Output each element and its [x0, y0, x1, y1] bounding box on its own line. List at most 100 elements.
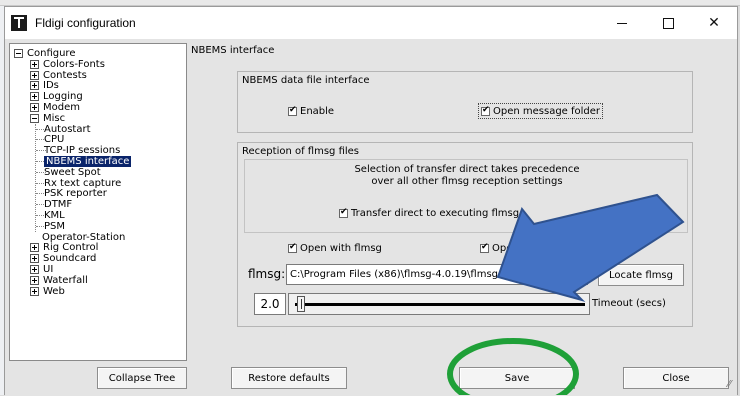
flmsg-path-label: flmsg:: [248, 267, 286, 281]
flmsg-path-input[interactable]: C:\Program Files (x86)\flmsg-4.0.19\flms…: [286, 264, 588, 285]
expand-plus-icon[interactable]: [30, 243, 39, 253]
tree-item-label: Misc: [43, 112, 66, 124]
tree-item-label: Colors-Fonts: [43, 58, 105, 70]
tree-item[interactable]: Soundcard: [10, 253, 186, 264]
tree-item-label: DTMF: [44, 199, 73, 211]
tree-item-label: Modem: [43, 102, 80, 113]
tree-item-label: Soundcard: [43, 253, 97, 265]
window-title: Fldigi configuration: [35, 16, 136, 30]
open-with-flmsg-checkbox-box[interactable]: [288, 242, 297, 253]
transfer-direct-label: Transfer direct to executing flmsg: [351, 207, 520, 219]
timeout-slider[interactable]: [288, 293, 590, 315]
tree-item-label: Waterfall: [43, 274, 88, 286]
tree-item-label: PSM: [44, 220, 66, 232]
tree-item-label: Operator-Station: [42, 231, 126, 243]
tree-item[interactable]: NBEMS interface: [10, 156, 186, 167]
close-button[interactable]: Close: [623, 367, 729, 389]
precedence-note-line2: over all other flmsg reception settings: [371, 176, 563, 187]
open-folder-checkbox[interactable]: Open message folder: [478, 103, 604, 119]
reception-group-title: Reception of flmsg files: [242, 146, 360, 157]
expand-plus-icon[interactable]: [30, 265, 39, 274]
config-tree[interactable]: Configure Colors-Fonts Contests IDs Logging M…: [9, 43, 187, 361]
locate-flmsg-button[interactable]: Locate flmsg: [598, 264, 684, 286]
timeout-slider-track: [295, 303, 585, 306]
tree-item[interactable]: Operator-Station: [10, 232, 186, 243]
tree-item-label: IDs: [43, 80, 59, 92]
minimize-button[interactable]: [599, 7, 645, 39]
enable-label: Enable: [300, 105, 335, 117]
tree-item[interactable]: Web: [10, 286, 186, 297]
timeout-slider-thumb[interactable]: [297, 296, 305, 312]
expand-plus-icon[interactable]: [30, 103, 39, 112]
tree-item-label: NBEMS interface: [44, 156, 132, 167]
tree-vertical-connector: [35, 123, 36, 232]
open-with-flmsg-label: Open with flmsg: [300, 242, 382, 254]
tree-item[interactable]: Contests: [10, 70, 186, 81]
collapse-minus-icon[interactable]: [14, 49, 23, 58]
maximize-button[interactable]: [645, 7, 691, 39]
tree-item[interactable]: Rx text capture: [10, 178, 186, 189]
enable-checkbox[interactable]: Enable: [288, 104, 334, 118]
fldigi-app-icon: [11, 15, 27, 31]
precedence-note-line1: Selection of transfer direct takes prece…: [354, 164, 580, 175]
tree-item-label: KML: [44, 210, 65, 221]
transfer-direct-checkbox[interactable]: Transfer direct to executing flmsg: [339, 206, 519, 220]
transfer-direct-checkbox-box[interactable]: [339, 207, 348, 218]
tree-item[interactable]: Waterfall: [10, 275, 186, 286]
title-bar[interactable]: Fldigi configuration ✕: [5, 7, 737, 39]
tree-item[interactable]: Modem: [10, 102, 186, 113]
expand-plus-icon[interactable]: [30, 92, 39, 102]
data-file-group-title: NBEMS data file interface: [242, 75, 370, 86]
client-area: Configure Colors-Fonts Contests IDs Logging M…: [5, 39, 737, 396]
save-button[interactable]: Save: [459, 367, 575, 389]
expand-plus-icon[interactable]: [30, 59, 39, 69]
tree-item[interactable]: Misc: [10, 113, 186, 124]
tree-item-label: Sweet Spot: [44, 166, 101, 178]
expand-plus-icon[interactable]: [30, 81, 39, 91]
tree-item-label: Web: [43, 285, 65, 297]
enable-checkbox-box[interactable]: [288, 105, 297, 116]
expand-plus-icon[interactable]: [30, 254, 39, 264]
reception-group: Reception of flmsg files Selection of tr…: [237, 142, 693, 327]
expand-plus-icon[interactable]: [30, 70, 39, 80]
tree-item-label: Contests: [43, 69, 87, 81]
timeout-label: Timeout (secs): [592, 298, 666, 309]
tree-item[interactable]: Autostart: [10, 124, 186, 135]
collapse-tree-button[interactable]: Collapse Tree: [97, 367, 187, 389]
tree-item[interactable]: Rig Control: [10, 242, 186, 253]
tree-item-label: Configure: [27, 48, 76, 59]
open-in-browser-label: Open: [492, 242, 519, 254]
tree-item[interactable]: TCP-IP sessions: [10, 145, 186, 156]
expand-plus-icon[interactable]: [30, 286, 39, 296]
tree-item[interactable]: PSM: [10, 221, 186, 232]
data-file-group: NBEMS data file interface Enable Open me…: [237, 71, 693, 133]
tree-item[interactable]: Colors-Fonts: [10, 59, 186, 70]
restore-defaults-button[interactable]: Restore defaults: [231, 367, 347, 389]
tree-item-label: CPU: [44, 134, 65, 146]
open-folder-checkbox-box[interactable]: [481, 105, 490, 116]
tree-item[interactable]: KML: [10, 210, 186, 221]
open-in-browser-checkbox[interactable]: Open: [480, 241, 519, 255]
collapse-minus-icon[interactable]: [30, 113, 39, 123]
open-folder-label: Open message folder: [493, 105, 601, 117]
tree-item[interactable]: DTMF: [10, 199, 186, 210]
tree-item-label: Rig Control: [43, 242, 99, 254]
transfer-direct-subgroup: Selection of transfer direct takes prece…: [244, 159, 688, 233]
timeout-value[interactable]: 2.0: [254, 293, 286, 315]
open-with-flmsg-checkbox[interactable]: Open with flmsg: [288, 241, 382, 255]
close-window-button[interactable]: ✕: [691, 7, 737, 39]
tree-item[interactable]: Configure: [10, 48, 186, 59]
expand-plus-icon[interactable]: [30, 275, 39, 285]
tree-item[interactable]: CPU: [10, 134, 186, 145]
tree-item[interactable]: Sweet Spot: [10, 167, 186, 178]
tree-item[interactable]: IDs: [10, 80, 186, 91]
tree-item[interactable]: UI: [10, 264, 186, 275]
tree-item[interactable]: Logging: [10, 91, 186, 102]
open-in-browser-checkbox-box[interactable]: [480, 242, 489, 253]
precedence-note: Selection of transfer direct takes prece…: [245, 164, 689, 188]
tree-item[interactable]: PSK reporter: [10, 188, 186, 199]
panel-title: NBEMS interface: [191, 45, 275, 56]
tree-item-label: TCP-IP sessions: [44, 145, 121, 157]
tree-item-label: PSK reporter: [44, 188, 107, 200]
resize-grip-icon[interactable]: ⁄⁄: [728, 379, 731, 390]
